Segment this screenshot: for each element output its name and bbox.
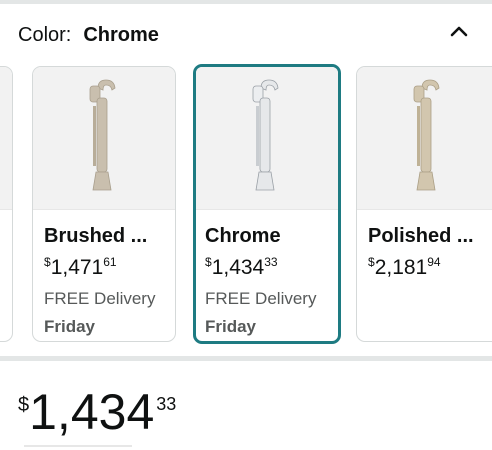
variant-price: $1,47161	[44, 255, 117, 279]
collapse-color-options-button[interactable]	[444, 16, 474, 46]
selected-price: $ 1,434 33	[18, 384, 176, 444]
faucet-image-polished	[413, 79, 440, 191]
variant-name: Chrome	[205, 225, 281, 247]
price-whole: 1,434	[29, 384, 155, 440]
price-fraction: 33	[156, 394, 177, 414]
variant-card-previous[interactable]	[0, 66, 13, 342]
variant-card-chrome[interactable]: Chrome $1,43433 FREE Delivery Friday	[193, 64, 341, 344]
color-selector-header: Color: Chrome	[18, 22, 159, 48]
variant-delivery-day: Friday	[44, 317, 96, 336]
faucet-image-chrome	[252, 79, 279, 191]
variant-name: Polished ...	[368, 225, 474, 247]
color-variant-carousel[interactable]: Brushed ... $1,47161 FREE Delivery Frida…	[0, 64, 492, 346]
faucet-image-brushed	[89, 79, 116, 191]
variant-delivery-day: Friday	[205, 317, 257, 336]
variant-delivery: FREE Delivery	[44, 289, 156, 308]
selected-color-value: Chrome	[83, 23, 159, 46]
chevron-up-icon	[450, 26, 468, 37]
variant-image	[357, 67, 492, 210]
color-label: Color:	[18, 23, 72, 46]
variant-image	[196, 67, 338, 210]
variant-price: $2,18194	[368, 255, 441, 279]
top-divider	[0, 0, 492, 4]
price-underline	[24, 445, 132, 447]
variant-name: Brushed ...	[44, 225, 148, 247]
variant-image	[33, 67, 175, 210]
variant-image	[0, 67, 12, 210]
section-divider	[0, 356, 492, 361]
variant-price: $1,43433	[205, 255, 278, 279]
variant-card-polished[interactable]: Polished ... $2,18194	[356, 66, 492, 342]
price-currency-symbol: $	[18, 394, 30, 416]
variant-card-brushed[interactable]: Brushed ... $1,47161 FREE Delivery Frida…	[32, 66, 176, 342]
variant-delivery: FREE Delivery	[205, 289, 317, 308]
